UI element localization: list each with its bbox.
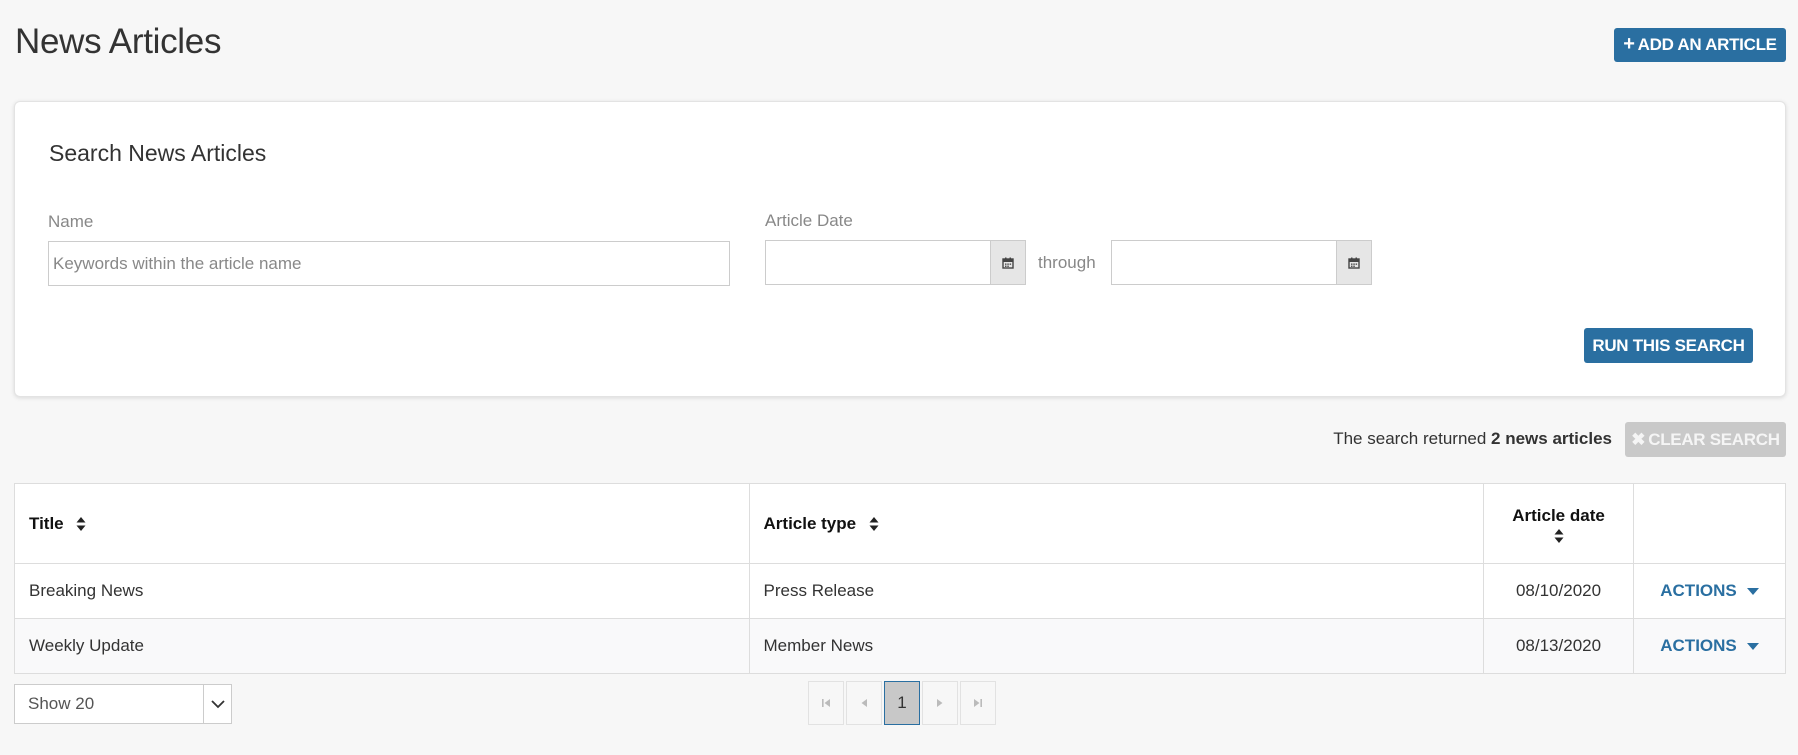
page-title: News Articles [15, 22, 222, 61]
results-prefix: The search returned [1333, 429, 1492, 448]
cell-article-date: 08/10/2020 [1483, 563, 1634, 619]
table-row: Breaking News Press Release 08/10/2020 A… [14, 563, 1786, 619]
first-page-button[interactable] [808, 681, 844, 725]
page-number-button[interactable]: 1 [884, 681, 920, 725]
cell-article-type: Press Release [748, 563, 1485, 619]
column-header-title-label: Title [29, 513, 64, 533]
sort-icon [1554, 528, 1564, 543]
column-header-article-date[interactable]: Article date [1483, 483, 1634, 564]
results-summary: The search returned 2 news articles [1333, 429, 1612, 449]
cell-actions: ACTIONS [1633, 563, 1786, 619]
articles-table: Title Article type Article date Breaking… [14, 483, 1786, 674]
actions-label: ACTIONS [1660, 581, 1737, 600]
sort-icon [869, 517, 879, 532]
next-page-button[interactable] [922, 681, 958, 725]
date-from-input[interactable] [765, 240, 991, 285]
plus-icon: + [1623, 33, 1635, 55]
run-search-button[interactable]: RUN THIS SEARCH [1584, 328, 1753, 363]
caret-down-icon [1746, 587, 1759, 595]
column-header-actions [1633, 483, 1786, 564]
name-search-input[interactable] [48, 241, 730, 286]
column-header-title[interactable]: Title [14, 483, 750, 564]
add-article-label: ADD AN ARTICLE [1637, 35, 1777, 54]
next-page-icon [937, 699, 943, 707]
table-row: Weekly Update Member News 08/13/2020 ACT… [14, 618, 1786, 674]
prev-page-icon [861, 699, 867, 707]
cell-title: Weekly Update [14, 618, 750, 674]
column-header-type-label: Article type [763, 513, 857, 533]
page-size-value: Show 20 [28, 694, 95, 713]
actions-dropdown[interactable]: ACTIONS [1648, 581, 1771, 601]
page-size-select[interactable]: Show 20 [14, 684, 232, 724]
clear-search-button[interactable]: ✖ CLEAR SEARCH [1625, 422, 1786, 457]
chevron-down-icon [203, 685, 231, 723]
cell-actions: ACTIONS [1633, 618, 1786, 674]
date-from-calendar-button[interactable] [991, 240, 1026, 285]
caret-down-icon [1746, 642, 1759, 650]
column-header-article-type[interactable]: Article type [748, 483, 1485, 564]
cell-article-date: 08/13/2020 [1483, 618, 1634, 674]
last-page-button[interactable] [960, 681, 996, 725]
cell-article-type: Member News [748, 618, 1485, 674]
column-header-date-label: Article date [1512, 505, 1605, 525]
through-label: through [1038, 253, 1096, 272]
cell-title: Breaking News [14, 563, 750, 619]
table-header-row: Title Article type Article date [14, 483, 1786, 564]
actions-label: ACTIONS [1660, 636, 1737, 655]
name-label: Name [48, 212, 94, 231]
last-page-icon [974, 699, 982, 707]
actions-dropdown[interactable]: ACTIONS [1648, 636, 1771, 656]
clear-search-label: CLEAR SEARCH [1648, 429, 1780, 449]
prev-page-button[interactable] [846, 681, 882, 725]
close-icon: ✖ [1631, 429, 1646, 449]
first-page-icon [822, 699, 830, 707]
article-date-label: Article Date [765, 211, 853, 230]
pagination: 1 [808, 681, 998, 725]
results-count: 2 news articles [1491, 429, 1612, 448]
search-panel-title: Search News Articles [49, 140, 267, 166]
calendar-icon [1348, 257, 1360, 269]
calendar-icon [1002, 257, 1014, 269]
add-article-button[interactable]: + ADD AN ARTICLE [1614, 28, 1786, 62]
sort-icon [76, 517, 86, 532]
date-to-input[interactable] [1111, 240, 1337, 285]
date-to-calendar-button[interactable] [1337, 240, 1372, 285]
